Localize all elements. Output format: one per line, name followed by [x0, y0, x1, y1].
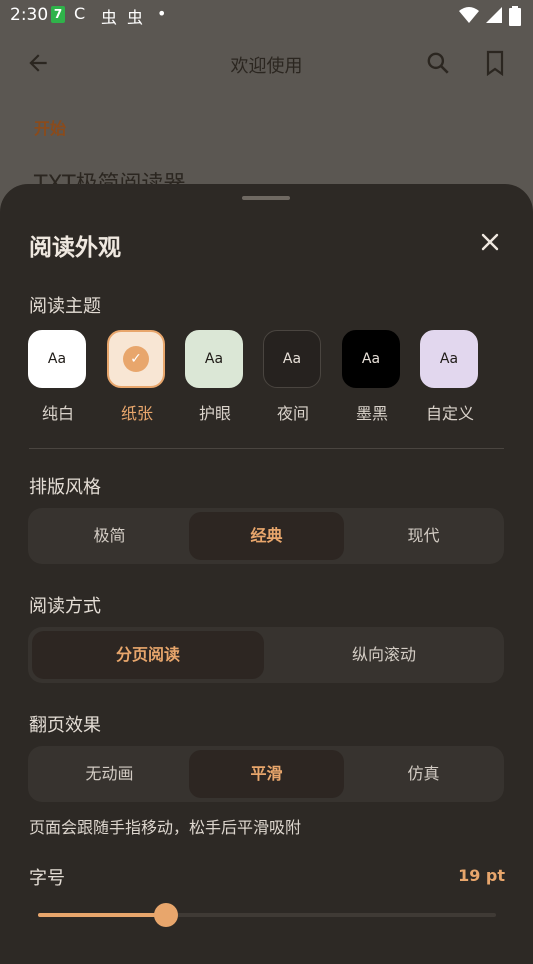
theme-label: 自定义 — [425, 404, 474, 423]
signal-icon — [486, 7, 502, 23]
notification-badge: 7 — [51, 6, 65, 23]
theme-label: 纯白 — [41, 404, 74, 423]
mode-option-scroll[interactable]: 纵向滚动 — [268, 631, 500, 679]
theme-option[interactable]: Aa 夜间 — [263, 330, 325, 430]
theme-option[interactable]: ✓ 纸张 — [107, 330, 169, 430]
theme-option[interactable]: Aa 护眼 — [185, 330, 247, 430]
wifi-icon — [459, 7, 479, 23]
page-flip-hint: 页面会跟随手指移动，松手后平滑吸附 — [29, 818, 302, 837]
font-size-value: 19 pt — [458, 866, 505, 885]
mode-option-paged[interactable]: 分页阅读 — [32, 631, 264, 679]
notification-icon: 虫 — [127, 8, 144, 27]
reading-mode-selector: 分页阅读 纵向滚动 — [28, 627, 504, 683]
layout-section-label: 排版风格 — [29, 477, 101, 498]
page-flip-section-label: 翻页效果 — [29, 715, 101, 736]
theme-swatch[interactable]: Aa — [28, 330, 86, 388]
font-size-section-label: 字号 — [29, 868, 65, 889]
more-notifications-dot: • — [157, 4, 167, 23]
top-app-bar: 欢迎使用 — [0, 30, 533, 94]
theme-label: 墨黑 — [355, 404, 388, 423]
page-title: 欢迎使用 — [230, 56, 303, 77]
theme-list: Aa 纯白 ✓ 纸张 Aa 护眼 Aa 夜间 Aa 墨黑 Aa 自定义 — [28, 330, 508, 430]
theme-option[interactable]: Aa 纯白 — [28, 330, 90, 430]
theme-option[interactable]: Aa 自定义 — [420, 330, 482, 430]
bookmark-icon[interactable] — [483, 50, 507, 76]
theme-swatch[interactable]: Aa — [342, 330, 400, 388]
check-icon: ✓ — [123, 346, 149, 372]
layout-option-modern[interactable]: 现代 — [346, 512, 501, 560]
battery-icon — [509, 6, 521, 26]
theme-label: 夜间 — [276, 404, 309, 423]
flip-option-simulated[interactable]: 仿真 — [346, 750, 501, 798]
theme-swatch-selected[interactable]: ✓ — [107, 330, 165, 388]
flip-option-none[interactable]: 无动画 — [32, 750, 187, 798]
drag-handle[interactable] — [242, 196, 290, 200]
layout-option-classic[interactable]: 经典 — [189, 512, 344, 560]
flip-option-smooth[interactable]: 平滑 — [189, 750, 344, 798]
status-icons — [459, 6, 521, 26]
status-time: 2:30 — [10, 5, 49, 25]
sync-icon: C — [74, 4, 86, 23]
font-size-slider-thumb[interactable] — [154, 903, 179, 927]
font-size-slider[interactable] — [38, 903, 496, 927]
layout-option-minimal[interactable]: 极简 — [32, 512, 187, 560]
search-icon[interactable] — [425, 50, 451, 76]
close-icon[interactable] — [478, 230, 502, 254]
theme-swatch[interactable]: Aa — [185, 330, 243, 388]
theme-swatch[interactable]: Aa — [420, 330, 478, 388]
theme-option[interactable]: Aa 墨黑 — [342, 330, 404, 430]
theme-label: 纸张 — [120, 404, 153, 423]
theme-swatch[interactable]: Aa — [263, 330, 321, 388]
divider — [29, 448, 504, 449]
reading-appearance-sheet: 阅读外观 阅读主题 Aa 纯白 ✓ 纸张 Aa 护眼 Aa 夜间 Aa 墨黑 A… — [0, 184, 533, 964]
theme-label: 护眼 — [198, 404, 231, 423]
sheet-title: 阅读外观 — [29, 235, 121, 261]
section-start-label: 开始 — [34, 119, 67, 138]
layout-style-selector: 极简 经典 现代 — [28, 508, 504, 564]
page-flip-selector: 无动画 平滑 仿真 — [28, 746, 504, 802]
font-size-slider-fill — [38, 913, 167, 917]
theme-section-label: 阅读主题 — [29, 296, 101, 317]
reading-mode-section-label: 阅读方式 — [29, 596, 101, 617]
notification-icon: 虫 — [101, 8, 118, 27]
status-bar: 2:30 7 C 虫 虫 • — [0, 0, 533, 30]
